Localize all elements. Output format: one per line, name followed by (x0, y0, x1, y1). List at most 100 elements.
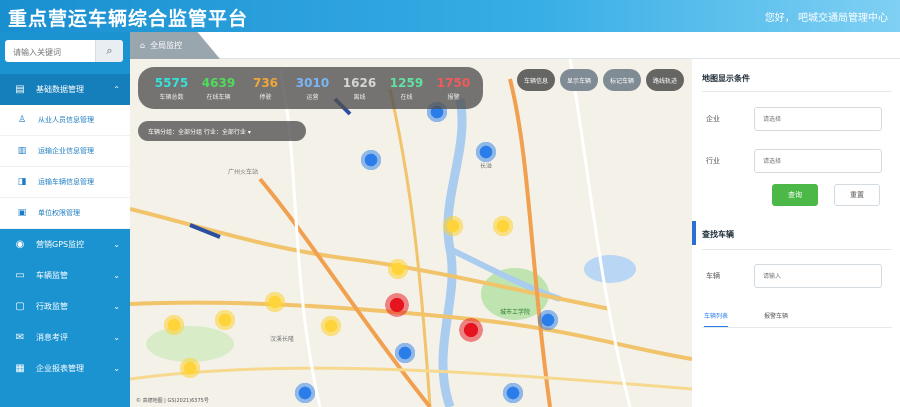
section-title-map-conditions: 地图显示条件 (702, 74, 750, 83)
right-panel: 地图显示条件 企业 行业 查询 重置 查找车辆 车辆 车辆列表 报警车辆 (692, 59, 900, 407)
stat-value: 1259 (389, 75, 424, 90)
stat-active[interactable]: 1259 在线 (383, 76, 430, 101)
vehicle-marker[interactable] (163, 314, 185, 336)
divider (702, 249, 892, 250)
sidebar-item-label: 营销GPS监控 (36, 240, 85, 249)
vehicle-marker[interactable] (387, 258, 409, 280)
stat-label: 运营 (306, 93, 319, 101)
submenu-item-vehicle[interactable]: ◨ 运输车辆信息管理 (0, 167, 130, 198)
field-label-enterprise: 企业 (706, 115, 720, 123)
building-icon: ▥ (17, 146, 27, 156)
alarm-marker[interactable] (458, 317, 484, 343)
map-label: 城市工学院 (500, 309, 531, 316)
vehicle-marker[interactable] (475, 141, 497, 163)
stat-value: 4639 (201, 75, 236, 90)
map-label: 长湴 (480, 163, 493, 170)
sidebar-item-messages[interactable]: ✉ 消息考评 ⌄ (0, 322, 130, 353)
submenu-item-label: 运输企业信息管理 (38, 147, 94, 155)
stat-value: 3010 (295, 75, 330, 90)
tab-vehicle-list[interactable]: 车辆列表 (704, 311, 729, 328)
chevron-up-icon: ⌃ (113, 85, 120, 94)
vehicle-marker[interactable] (320, 315, 342, 337)
submenu-item-personnel[interactable]: ♙ 从业人员信息管理 (0, 105, 130, 136)
vehicle-marker[interactable] (492, 215, 514, 237)
divider (702, 91, 892, 92)
sidebar-item-gps[interactable]: ◉ 营销GPS监控 ⌄ (0, 229, 130, 260)
divider (702, 327, 892, 328)
chevron-down-icon: ⌄ (113, 364, 120, 373)
submenu-item-label: 运输车辆信息管理 (38, 178, 94, 186)
sidebar-search: ⌕ (5, 40, 123, 64)
filter-bar[interactable]: 车辆分组：全部分组 行业：全部行业 ▾ (138, 121, 306, 141)
vehicle-marker[interactable] (442, 215, 464, 237)
stat-value: 5575 (154, 75, 189, 90)
vehicle-marker[interactable] (394, 342, 416, 364)
stat-alarm[interactable]: 1750 报警 (430, 76, 477, 101)
sidebar-menu: ▤ 基础数据管理 ⌃ ♙ 从业人员信息管理 ▥ 运输企业信息管理 ◨ 运输车辆信… (0, 74, 130, 384)
map-attribution: © 高德地图 | GS(2021)6375号 (136, 398, 209, 404)
stat-value: 1750 (436, 75, 471, 90)
vehicle-input[interactable] (754, 264, 882, 288)
reset-button[interactable]: 重置 (834, 184, 880, 206)
search-input[interactable] (5, 41, 93, 64)
field-label-vehicle: 车辆 (706, 272, 720, 280)
vehicle-marker[interactable] (214, 309, 236, 331)
sidebar-item-vehicle-monitor[interactable]: ▭ 车辆监管 ⌄ (0, 260, 130, 291)
stat-total[interactable]: 5575 车辆总数 (148, 76, 195, 101)
map-button-route-track[interactable]: 路线轨迹 (646, 69, 684, 91)
section-accent (692, 221, 696, 245)
submenu: ♙ 从业人员信息管理 ▥ 运输企业信息管理 ◨ 运输车辆信息管理 ▣ 单位权限管… (0, 105, 130, 229)
mail-icon: ✉ (15, 332, 25, 343)
stat-stopped[interactable]: 736 停驶 (242, 76, 289, 101)
sidebar-item-basic-data[interactable]: ▤ 基础数据管理 ⌃ (0, 74, 130, 105)
sidebar-item-label: 消息考评 (36, 333, 68, 342)
map-button-mark-vehicles[interactable]: 标记车辆 (603, 69, 641, 91)
vehicle-marker[interactable] (179, 357, 201, 379)
chevron-down-icon: ⌄ (113, 302, 120, 311)
sidebar-item-reports[interactable]: ▦ 企业报表管理 ⌄ (0, 353, 130, 384)
tab-global-monitor[interactable]: ⌂ 全局监控 (130, 32, 220, 59)
alarm-marker[interactable] (384, 292, 410, 318)
tab-label: 全局监控 (150, 41, 183, 50)
submenu-item-permission[interactable]: ▣ 单位权限管理 (0, 198, 130, 229)
query-button[interactable]: 查询 (772, 184, 818, 206)
submenu-item-label: 单位权限管理 (38, 209, 80, 217)
tab-bar: ⌂ 全局监控 (130, 32, 900, 59)
app-header: 重点营运车辆综合监管平台 您好， 吧城交通局管理中心 (0, 0, 900, 32)
database-icon: ▤ (15, 84, 25, 95)
vehicle-marker[interactable] (264, 291, 286, 313)
submenu-item-enterprise[interactable]: ▥ 运输企业信息管理 (0, 136, 130, 167)
tab-alarm-vehicles[interactable]: 报警车辆 (764, 311, 788, 320)
gps-icon: ◉ (15, 239, 25, 250)
stat-label: 离线 (353, 93, 366, 101)
chevron-down-icon: ⌄ (113, 333, 120, 342)
vehicle-marker[interactable] (360, 149, 382, 171)
stat-label: 在线 (400, 93, 413, 101)
stat-value: 1626 (342, 75, 377, 90)
chevron-down-icon: ⌄ (113, 240, 120, 249)
industry-select[interactable] (754, 149, 882, 173)
map-label: 汉溪长隆 (270, 336, 295, 343)
map-view[interactable]: 广州火车站 长湴 城市工学院 汉溪长隆 5575 车辆总数 4639 在线车辆 … (130, 59, 692, 407)
stat-value: 736 (252, 75, 279, 90)
search-icon[interactable]: ⌕ (95, 40, 123, 62)
stat-online[interactable]: 4639 在线车辆 (195, 76, 242, 101)
enterprise-select[interactable] (754, 107, 882, 131)
sidebar-item-admin[interactable]: ▢ 行政监管 ⌄ (0, 291, 130, 322)
vehicle-marker[interactable] (537, 309, 559, 331)
vehicle-marker[interactable] (294, 382, 316, 404)
stat-label: 报警 (447, 93, 460, 101)
sidebar-item-label: 基础数据管理 (36, 85, 84, 94)
user-greeting[interactable]: 您好， 吧城交通局管理中心 (765, 9, 888, 24)
map-button-vehicle-info[interactable]: 车辆信息 (517, 69, 555, 91)
truck-icon: ◨ (17, 177, 27, 187)
sidebar: ⌕ ▤ 基础数据管理 ⌃ ♙ 从业人员信息管理 ▥ 运输企业信息管理 ◨ 运输车 (0, 32, 130, 407)
sidebar-item-label: 行政监管 (36, 302, 68, 311)
stat-offline[interactable]: 1626 离线 (336, 76, 383, 101)
submenu-item-label: 从业人员信息管理 (38, 116, 94, 124)
lock-icon: ▣ (17, 208, 27, 218)
home-icon: ⌂ (140, 41, 146, 50)
stat-operating[interactable]: 3010 运营 (289, 76, 336, 101)
map-button-show-vehicles[interactable]: 显示车辆 (560, 69, 598, 91)
vehicle-marker[interactable] (502, 382, 524, 404)
